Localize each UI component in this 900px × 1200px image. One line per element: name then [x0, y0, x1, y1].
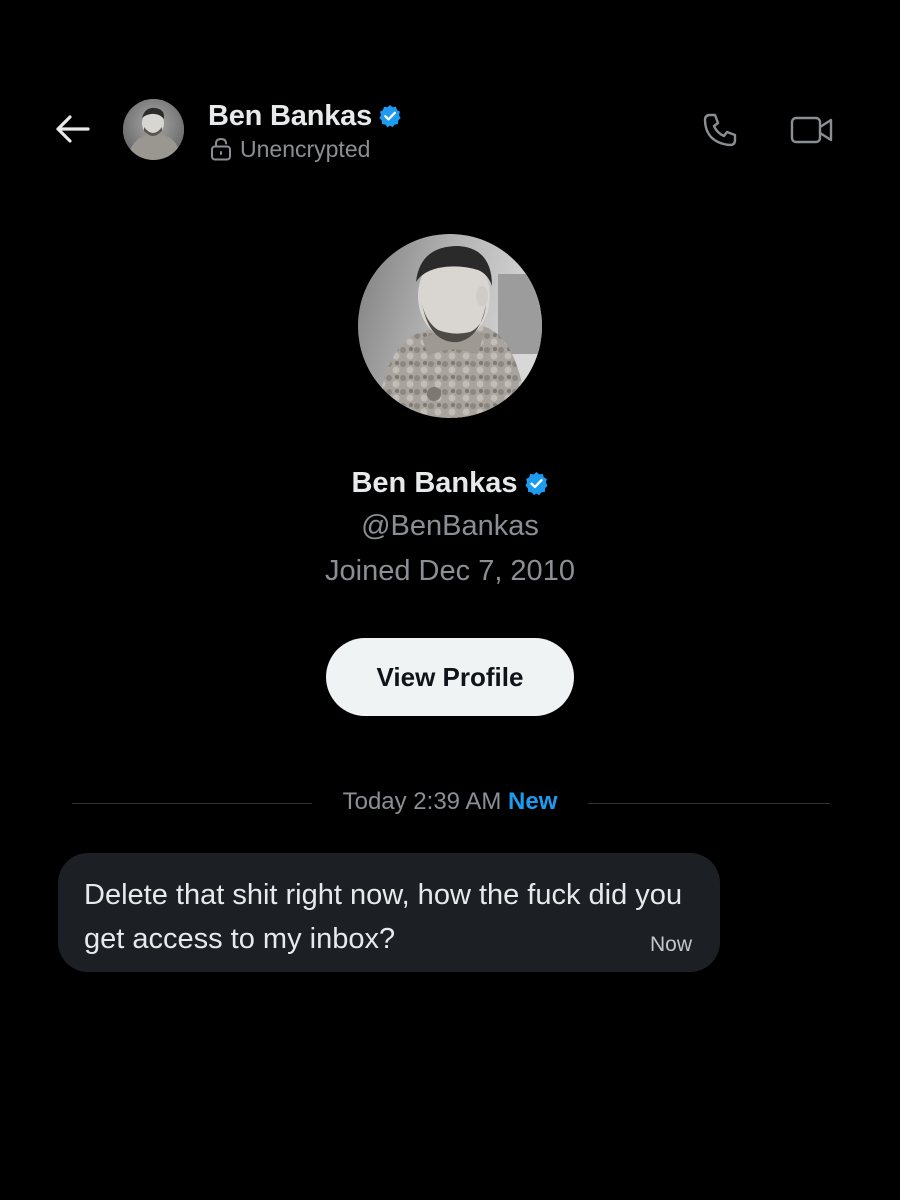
video-call-button[interactable]: [788, 108, 836, 152]
verified-badge-icon: [378, 104, 402, 128]
header-name: Ben Bankas: [208, 99, 373, 132]
phone-icon: [703, 113, 737, 147]
profile-handle: @BenBankas: [361, 510, 539, 542]
profile-avatar[interactable]: [358, 234, 542, 418]
verified-badge-icon: [524, 471, 549, 496]
message-divider-timestamp: Today 2:39 AM New: [312, 788, 588, 816]
divider: [588, 803, 830, 804]
header-name-row[interactable]: Ben Bankas: [208, 97, 402, 135]
arrow-left-icon: [56, 115, 90, 143]
profile-name-row: Ben Bankas: [0, 462, 900, 504]
message-text: Delete that shit right now, how the fuck…: [84, 879, 683, 955]
profile-joined-date: Joined Dec 7, 2010: [325, 555, 575, 587]
video-camera-icon: [790, 116, 833, 144]
view-profile-button[interactable]: View Profile: [326, 638, 574, 716]
divider: [72, 803, 312, 804]
conversation-header: Ben Bankas Unencrypted: [0, 0, 900, 200]
encryption-status-label: Unencrypted: [240, 135, 371, 162]
message-time: Now: [649, 933, 692, 956]
profile-name: Ben Bankas: [351, 466, 518, 499]
header-avatar[interactable]: [123, 99, 184, 160]
lock-open-icon: [211, 137, 231, 161]
call-button[interactable]: [698, 108, 742, 152]
encryption-status: Unencrypted: [210, 135, 370, 163]
new-messages-tag: New: [508, 788, 558, 815]
divider-time: Today 2:39 AM: [342, 788, 502, 815]
message-bubble[interactable]: Delete that shit right now, how the fuck…: [58, 853, 720, 972]
back-button[interactable]: [50, 107, 94, 151]
